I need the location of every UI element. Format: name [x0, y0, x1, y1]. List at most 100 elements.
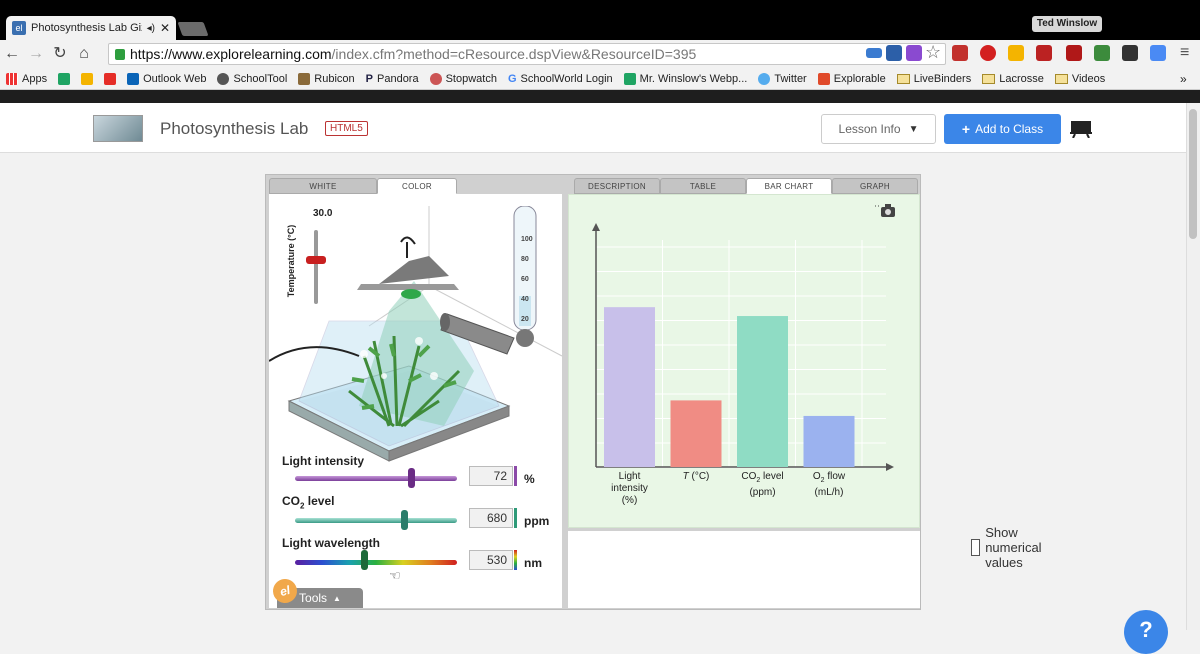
browser-tab[interactable]: el Photosynthesis Lab Giz ◂) ✕ — [6, 16, 176, 40]
extension-icon-4[interactable] — [952, 45, 968, 61]
gizmo-simulation: WHITE COLOR DESCRIPTION TABLE BAR CHART … — [265, 174, 1042, 610]
classroom-icon — [81, 72, 94, 85]
plus-icon: + — [961, 121, 971, 137]
bookmark-explorable[interactable]: Explorable — [817, 72, 886, 85]
wavelength-color-bar — [514, 550, 517, 570]
co2-slider-track[interactable] — [295, 518, 457, 523]
more-bookmarks-icon[interactable]: » — [1180, 72, 1187, 86]
add-to-class-button[interactable]: + Add to Class — [944, 114, 1061, 144]
right-tabs: DESCRIPTION TABLE BAR CHART GRAPH — [574, 178, 918, 194]
show-numerical-values-checkbox[interactable] — [971, 539, 981, 556]
show-numerical-values-toggle[interactable]: Show numerical values — [971, 525, 1049, 570]
tab-title: Photosynthesis Lab Giz — [31, 22, 142, 34]
bar-3 — [737, 316, 788, 467]
co2-level-text: level — [304, 494, 335, 508]
light-intensity-unit: % — [524, 472, 535, 486]
gizmo-thumbnail — [93, 115, 143, 142]
forward-icon[interactable]: → — [24, 42, 48, 66]
browser-titlebar: el Photosynthesis Lab Giz ◂) ✕ Ted Winsl… — [0, 0, 1200, 40]
help-button[interactable]: ? — [1124, 610, 1168, 654]
presentation-board-icon[interactable] — [1070, 120, 1092, 138]
extension-icon-6[interactable] — [1066, 45, 1082, 61]
new-tab-button[interactable] — [177, 22, 209, 36]
folder-icon — [982, 73, 996, 84]
bookmark-star-icon[interactable]: ☆ — [925, 42, 941, 63]
home-icon[interactable]: ⌂ — [72, 42, 96, 66]
extension-icon-7[interactable] — [1094, 45, 1110, 61]
tools-label: Tools — [299, 591, 328, 605]
extension-icon-8[interactable] — [1122, 45, 1138, 61]
bookmark-livebinders[interactable]: LiveBinders — [896, 73, 971, 85]
bookmarks-bar: Apps Outlook Web SchoolTool Rubicon P Pan… — [0, 68, 1200, 90]
tube-scale: 100 80 60 40 20 — [521, 230, 533, 330]
bookmark-outlook[interactable]: Outlook Web — [127, 72, 206, 85]
drive-icon[interactable] — [1008, 45, 1024, 61]
url-path: /index.cfm?method=cResource.dspView&Reso… — [331, 46, 697, 62]
bookmark-label: Twitter — [774, 72, 807, 85]
reload-icon[interactable]: ↻ — [48, 42, 72, 66]
bookmark-videos[interactable]: Videos — [1054, 72, 1106, 85]
stopwatch-icon — [429, 72, 442, 85]
tab-white[interactable]: WHITE — [269, 178, 377, 194]
wavelength-value[interactable]: 530 — [469, 550, 513, 570]
scrollbar-thumb[interactable] — [1189, 109, 1197, 239]
tube-tick: 20 — [521, 316, 529, 323]
bar-4 — [803, 415, 855, 467]
light-intensity-slider-track[interactable] — [295, 476, 457, 481]
bookmark-label: Stopwatch — [445, 72, 497, 85]
bookmark-classroom[interactable] — [81, 72, 94, 85]
category-label-2: T (°C) — [682, 471, 710, 482]
schooltool-icon — [217, 72, 230, 85]
page-scrollbar[interactable] — [1186, 103, 1200, 630]
address-bar[interactable]: https://www.explorelearning.com/index.cf… — [108, 43, 946, 65]
light-intensity-color-bar — [514, 466, 517, 486]
bookmark-label: Pandora — [377, 72, 419, 85]
youtube-icon — [104, 72, 117, 85]
bookmark-schoolworld[interactable]: G SchoolWorld Login — [508, 73, 613, 85]
bookmark-lacrosse[interactable]: Lacrosse — [982, 73, 1044, 85]
extension-icon-5[interactable] — [1036, 45, 1052, 61]
bar-2 — [670, 400, 722, 467]
drive-icon — [58, 72, 71, 85]
wavelength-slider-track[interactable] — [295, 560, 457, 565]
back-icon[interactable]: ← — [0, 42, 24, 66]
bookmark-stopwatch[interactable]: Stopwatch — [429, 72, 497, 85]
co2-value[interactable]: 680 — [469, 508, 513, 528]
extension-icon-1[interactable] — [866, 48, 882, 58]
co2-unit: ppm — [524, 514, 550, 528]
user-profile-button[interactable]: Ted Winslow — [1032, 16, 1102, 32]
tab-graph[interactable]: GRAPH — [832, 178, 918, 194]
bookmark-pandora[interactable]: P Pandora — [366, 73, 419, 85]
bookmark-drive[interactable] — [58, 72, 71, 85]
tab-description[interactable]: DESCRIPTION — [574, 178, 660, 194]
bookmark-apps[interactable]: Apps — [6, 72, 48, 85]
extension-icon-3[interactable] — [906, 45, 922, 61]
bookmark-label: Apps — [22, 72, 48, 85]
bookmark-label: SchoolTool — [233, 72, 288, 85]
wavelength-slider-thumb[interactable] — [361, 550, 368, 570]
menu-icon[interactable]: ≡ — [1180, 44, 1189, 62]
co2-slider-thumb[interactable] — [401, 510, 408, 530]
tab-table[interactable]: TABLE — [660, 178, 746, 194]
audio-icon[interactable]: ◂) — [147, 23, 155, 34]
translate-icon[interactable] — [1150, 45, 1166, 61]
lesson-info-button[interactable]: Lesson Info ▼ — [821, 114, 936, 144]
rubicon-icon — [298, 72, 311, 85]
light-intensity-slider-thumb[interactable] — [408, 468, 415, 488]
bookmark-rubicon[interactable]: Rubicon — [298, 72, 355, 85]
bookmark-twitter[interactable]: Twitter — [758, 72, 807, 85]
close-tab-icon[interactable]: ✕ — [160, 21, 170, 35]
tube-tick: 60 — [521, 276, 529, 283]
light-intensity-value[interactable]: 72 — [469, 466, 513, 486]
extension-icon-2[interactable] — [886, 45, 902, 61]
tab-bar-chart[interactable]: BAR CHART — [746, 178, 832, 194]
bookmark-mr-winslow[interactable]: Mr. Winslow's Webp... — [623, 72, 747, 85]
category-label-4: O2 flow (mL/h) — [812, 471, 846, 498]
bookmark-schooltool[interactable]: SchoolTool — [217, 72, 288, 85]
adblock-icon[interactable] — [980, 45, 996, 61]
add-to-class-label: Add to Class — [975, 122, 1044, 136]
bookmark-label: Videos — [1071, 72, 1106, 85]
tab-color[interactable]: COLOR — [377, 178, 457, 194]
bookmark-youtube[interactable] — [104, 72, 117, 85]
show-numerical-values-label: Show numerical values — [985, 525, 1042, 570]
